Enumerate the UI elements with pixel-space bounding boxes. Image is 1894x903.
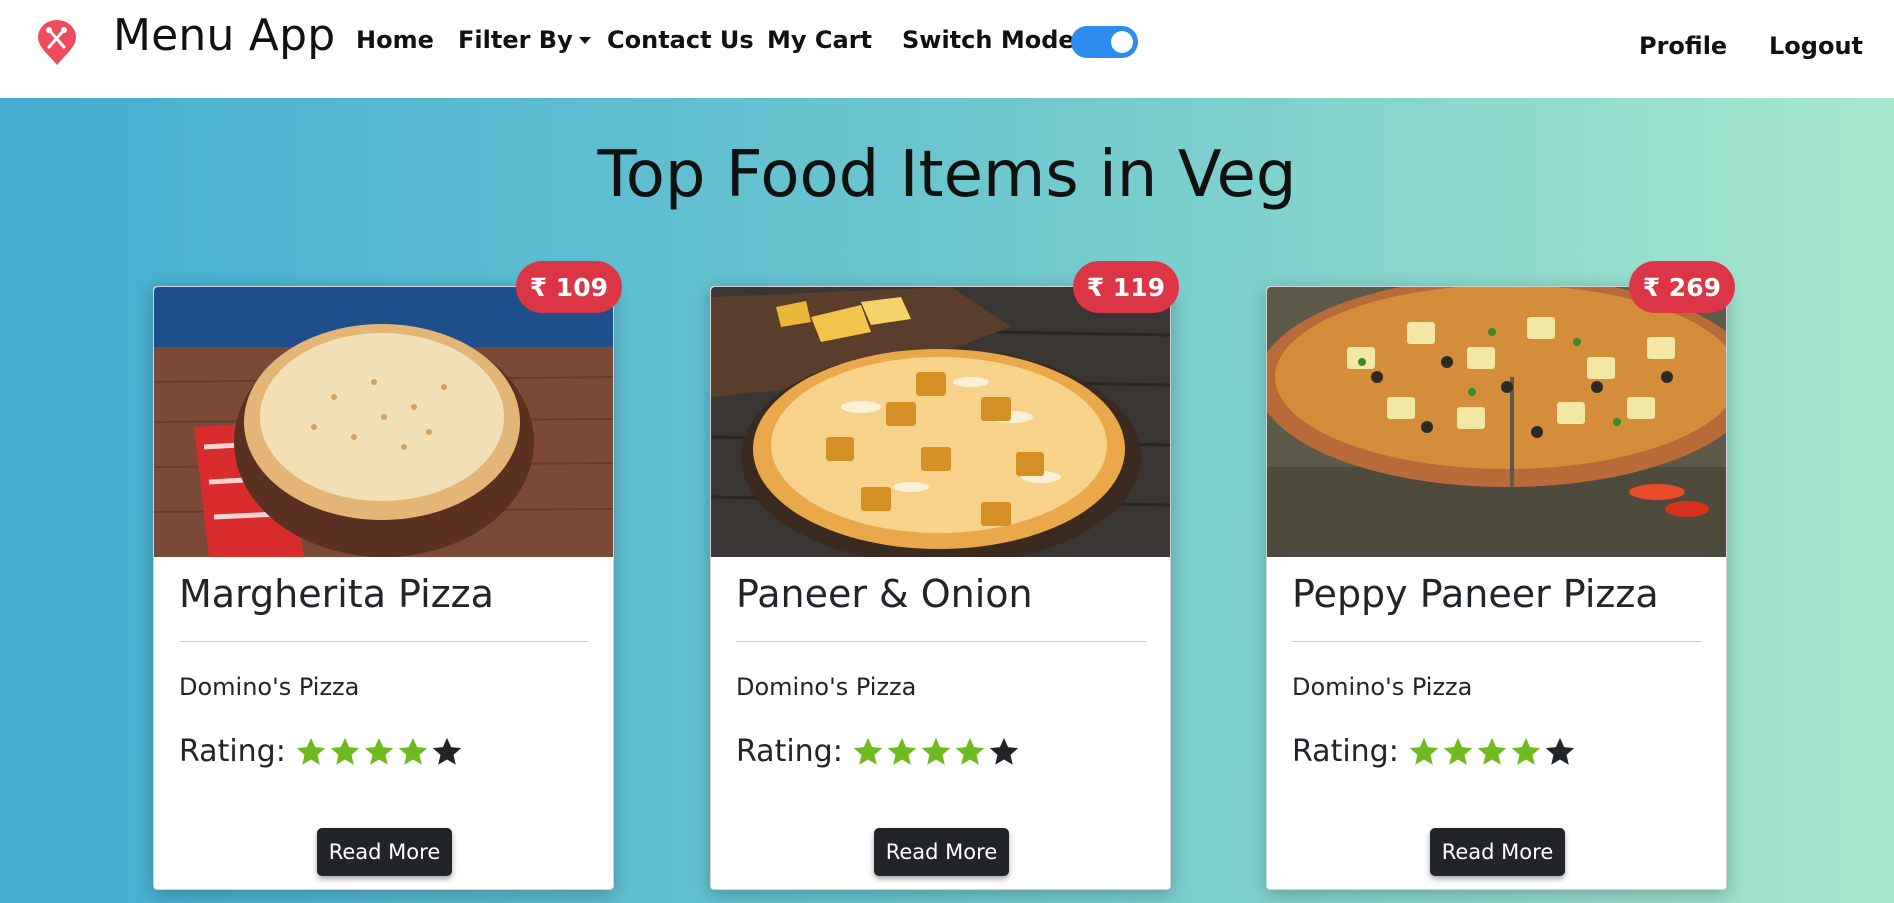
star-filled-icon (955, 737, 985, 765)
read-more-button[interactable]: Read More (1430, 828, 1565, 876)
star-filled-icon (1409, 737, 1439, 765)
card-restaurant: Domino's Pizza (736, 673, 917, 701)
card-title: Margherita Pizza (179, 572, 494, 616)
nav-filter-label: Filter By (458, 26, 573, 54)
food-image-margherita (154, 287, 613, 557)
star-filled-icon (330, 737, 360, 765)
star-filled-icon (921, 737, 951, 765)
rating: Rating: (1292, 734, 1577, 769)
caret-down-icon (578, 37, 591, 44)
star-filled-icon (1477, 737, 1507, 765)
food-card: ₹ 269 Peppy Paneer Pizza Domino's Pizza … (1266, 261, 1735, 890)
star-filled-icon (296, 737, 326, 765)
main-content: Top Food Items in Veg ₹ 109 Margherita P… (0, 98, 1894, 903)
food-card: ₹ 119 Paneer & Onion Domino's Pizza Rati… (710, 261, 1179, 890)
food-image-paneer-onion (711, 287, 1170, 557)
star-filled-icon (887, 737, 917, 765)
star-empty-icon (432, 737, 462, 765)
star-filled-icon (398, 737, 428, 765)
read-more-button[interactable]: Read More (874, 828, 1009, 876)
nav-contact[interactable]: Contact Us (607, 26, 754, 54)
price-badge: ₹ 269 (1628, 261, 1735, 313)
price-badge: ₹ 109 (515, 261, 622, 313)
utensils-pin-icon[interactable] (36, 20, 78, 66)
toggle-knob (1111, 31, 1133, 53)
rating-label: Rating: (179, 734, 286, 769)
food-card: ₹ 109 Margherita Pizza Domino's Pizza Ra… (153, 261, 622, 890)
star-empty-icon (1545, 737, 1575, 765)
card-restaurant: Domino's Pizza (1292, 673, 1473, 701)
nav-filter-dropdown[interactable]: Filter By (458, 26, 591, 54)
star-filled-icon (1443, 737, 1473, 765)
rating-stars (294, 735, 464, 769)
card-divider (179, 641, 589, 642)
card-restaurant: Domino's Pizza (179, 673, 360, 701)
nav-cart[interactable]: My Cart (767, 26, 872, 54)
nav-logout[interactable]: Logout (1769, 32, 1863, 60)
read-more-button[interactable]: Read More (317, 828, 452, 876)
card-title: Paneer & Onion (736, 572, 1033, 616)
rating: Rating: (736, 734, 1021, 769)
rating-label: Rating: (1292, 734, 1399, 769)
brand-title[interactable]: Menu App (113, 10, 335, 61)
nav-home[interactable]: Home (356, 26, 434, 54)
switch-mode-toggle[interactable] (1071, 26, 1138, 58)
navbar: Menu App Home Filter By Contact Us My Ca… (0, 0, 1894, 98)
star-filled-icon (364, 737, 394, 765)
page-title: Top Food Items in Veg (597, 138, 1297, 212)
card-divider (1292, 641, 1702, 642)
card-divider (736, 641, 1146, 642)
card-title: Peppy Paneer Pizza (1292, 572, 1659, 616)
star-filled-icon (1511, 737, 1541, 765)
price-badge: ₹ 119 (1072, 261, 1179, 313)
rating-label: Rating: (736, 734, 843, 769)
rating: Rating: (179, 734, 464, 769)
star-empty-icon (989, 737, 1019, 765)
rating-stars (1407, 735, 1577, 769)
rating-stars (851, 735, 1021, 769)
nav-profile[interactable]: Profile (1639, 32, 1727, 60)
star-filled-icon (853, 737, 883, 765)
food-image-peppy-paneer (1267, 287, 1726, 557)
switch-mode-label: Switch Mode (902, 26, 1075, 54)
